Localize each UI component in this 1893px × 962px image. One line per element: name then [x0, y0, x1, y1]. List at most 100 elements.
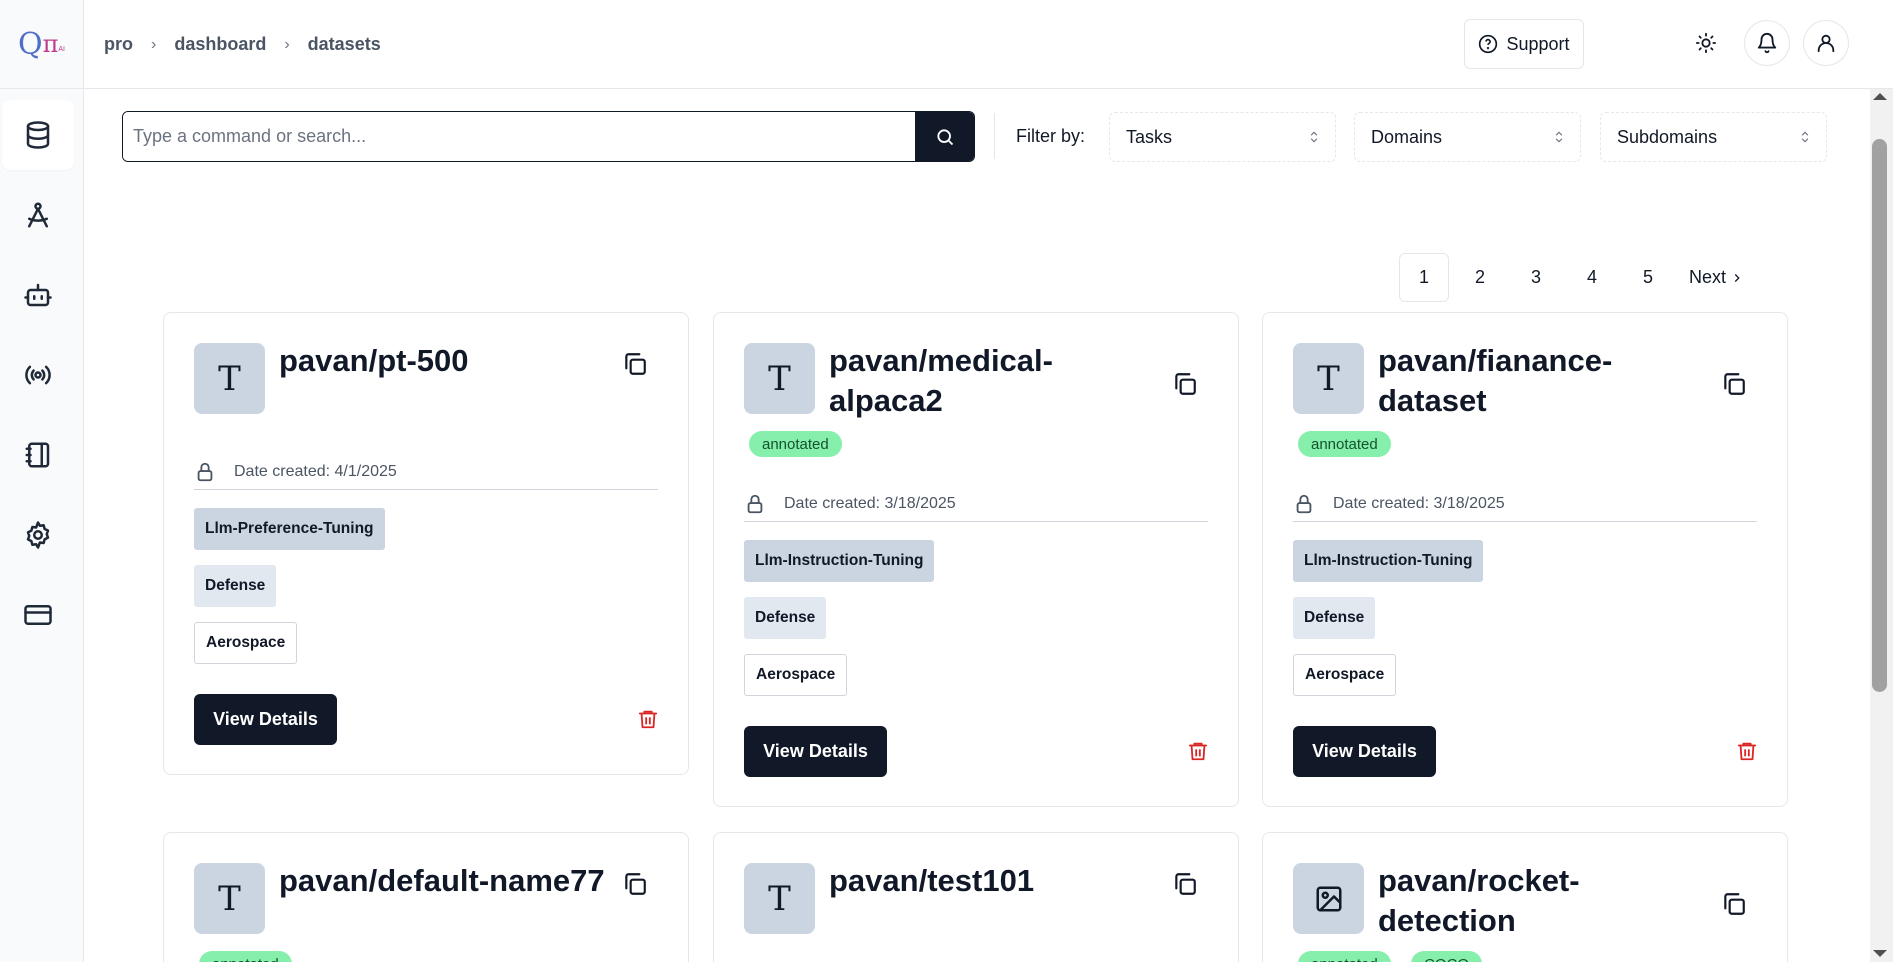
- app-logo[interactable]: Q π AI: [0, 0, 83, 89]
- delete-button[interactable]: [1187, 740, 1209, 762]
- date-created: Date created: 4/1/2025: [234, 462, 397, 480]
- copy-icon: [625, 873, 646, 895]
- dataset-type-avatar: T: [744, 863, 815, 934]
- chevron-right-icon: ›: [284, 35, 290, 53]
- image-icon: [1316, 886, 1341, 911]
- format-badge: COCO: [1411, 951, 1482, 962]
- dataset-title: pavan/default-name77: [279, 863, 605, 898]
- search-bar: [122, 111, 975, 162]
- dataset-title: pavan/test101: [829, 863, 1035, 898]
- gear-icon: [26, 521, 50, 549]
- view-details-button[interactable]: View Details: [1293, 726, 1436, 777]
- view-details-button[interactable]: View Details: [744, 726, 887, 777]
- copy-button[interactable]: [1172, 871, 1198, 897]
- search-button[interactable]: [915, 112, 974, 161]
- breadcrumb-dashboard[interactable]: dashboard: [174, 34, 266, 55]
- scroll-up-icon[interactable]: [1873, 93, 1887, 100]
- page-button-2[interactable]: 2: [1455, 253, 1505, 302]
- sidebar-item-models[interactable]: [2, 260, 74, 330]
- trash-icon: [638, 710, 658, 729]
- next-page-button[interactable]: Next: [1679, 253, 1754, 302]
- pagination: 1 2 3 4 5 Next: [1399, 253, 1754, 302]
- subdomains-select[interactable]: Subdomains: [1600, 112, 1827, 162]
- notifications-button[interactable]: [1744, 20, 1790, 66]
- copy-button[interactable]: [622, 351, 648, 377]
- copy-button[interactable]: [1721, 371, 1747, 397]
- dataset-title: pavan/pt-500: [279, 343, 469, 378]
- tasks-select[interactable]: Tasks: [1109, 112, 1336, 162]
- date-created: Date created: 3/18/2025: [784, 494, 956, 512]
- status-badge: annotated: [749, 431, 842, 457]
- dataset-card: T pavan/medical-alpaca2 annotated Date c…: [713, 312, 1239, 807]
- chevrons-up-down-icon: [1801, 131, 1809, 143]
- breadcrumb-pro[interactable]: pro: [104, 34, 133, 55]
- lock-icon: [197, 462, 213, 481]
- page-button-4[interactable]: 4: [1567, 253, 1617, 302]
- subdomain-tag: Aerospace: [194, 622, 298, 664]
- top-header: pro › dashboard › datasets: [84, 0, 1893, 89]
- task-tag: Llm-Instruction-Tuning: [1293, 540, 1484, 582]
- domains-select[interactable]: Domains: [1354, 112, 1581, 162]
- notebook-icon: [25, 442, 50, 468]
- filter-label: Filter by:: [1016, 126, 1086, 146]
- sidebar-item-datasets[interactable]: [2, 100, 74, 170]
- sidebar-item-billing[interactable]: [2, 580, 74, 650]
- chevrons-up-down-icon: [1555, 131, 1563, 143]
- help-circle-icon: [1479, 34, 1498, 54]
- theme-toggle-button[interactable]: [1683, 20, 1729, 66]
- date-row: Date created: 3/18/2025: [1293, 486, 1757, 522]
- task-tag: Llm-Instruction-Tuning: [744, 540, 935, 582]
- sidebar-item-deployments[interactable]: [2, 340, 74, 410]
- scroll-down-icon[interactable]: [1873, 950, 1887, 957]
- sidebar-item-training[interactable]: [2, 180, 74, 250]
- user-menu-button[interactable]: [1803, 20, 1849, 66]
- dataset-card: T pavan/test101: [713, 832, 1239, 962]
- task-tag: Llm-Preference-Tuning: [194, 508, 385, 550]
- chevron-right-icon: [1734, 273, 1740, 282]
- compass-icon: [28, 202, 48, 228]
- page-button-1[interactable]: 1: [1399, 253, 1449, 302]
- support-button[interactable]: Support: [1464, 19, 1584, 69]
- page-button-3[interactable]: 3: [1511, 253, 1561, 302]
- date-row: Date created: 3/18/2025: [744, 486, 1208, 522]
- scrollbar-thumb[interactable]: [1872, 139, 1887, 692]
- trash-icon: [1188, 742, 1208, 761]
- date-created: Date created: 3/18/2025: [1333, 494, 1505, 512]
- subdomain-tag: Aerospace: [744, 654, 848, 696]
- page-button-5[interactable]: 5: [1623, 253, 1673, 302]
- bot-icon: [24, 283, 52, 307]
- lock-icon: [1296, 494, 1312, 513]
- app-root: Q π AI pro › dashboard › datasets Suppor…: [0, 0, 1893, 962]
- dataset-type-avatar: T: [1293, 343, 1364, 414]
- bell-icon: [1757, 33, 1777, 54]
- copy-button[interactable]: [1172, 371, 1198, 397]
- dataset-type-avatar: T: [194, 343, 265, 414]
- tasks-select-value: Tasks: [1126, 126, 1173, 147]
- user-icon: [1817, 34, 1835, 53]
- sidebar-item-settings[interactable]: [2, 500, 74, 570]
- delete-button[interactable]: [637, 708, 659, 730]
- dataset-title: pavan/medical-alpaca2: [829, 343, 1053, 418]
- domains-select-value: Domains: [1371, 126, 1443, 147]
- copy-button[interactable]: [1721, 891, 1747, 917]
- view-details-button[interactable]: View Details: [194, 694, 337, 745]
- sidebar: Q π AI: [0, 0, 84, 962]
- dataset-card: T pavan/pt-500 Date created: 4/1/2025 Ll…: [163, 312, 689, 775]
- copy-icon: [1724, 373, 1745, 395]
- breadcrumb-datasets[interactable]: datasets: [308, 34, 381, 55]
- dataset-title: pavan/fianance-dataset: [1378, 343, 1613, 418]
- dataset-type-avatar: T: [194, 863, 265, 934]
- copy-icon: [1175, 373, 1196, 395]
- status-badge: annotated: [1298, 951, 1391, 962]
- copy-button[interactable]: [622, 871, 648, 897]
- trash-icon: [1737, 742, 1757, 761]
- sidebar-item-notebooks[interactable]: [2, 420, 74, 490]
- domain-tag: Defense: [1293, 597, 1376, 639]
- delete-button[interactable]: [1736, 740, 1758, 762]
- copy-icon: [1175, 873, 1196, 895]
- logo-pi: π: [42, 30, 59, 58]
- search-input[interactable]: [123, 112, 915, 161]
- copy-icon: [1724, 893, 1745, 915]
- dataset-type-avatar: T: [744, 343, 815, 414]
- dataset-card: T pavan/fianance-dataset annotated Date …: [1262, 312, 1788, 807]
